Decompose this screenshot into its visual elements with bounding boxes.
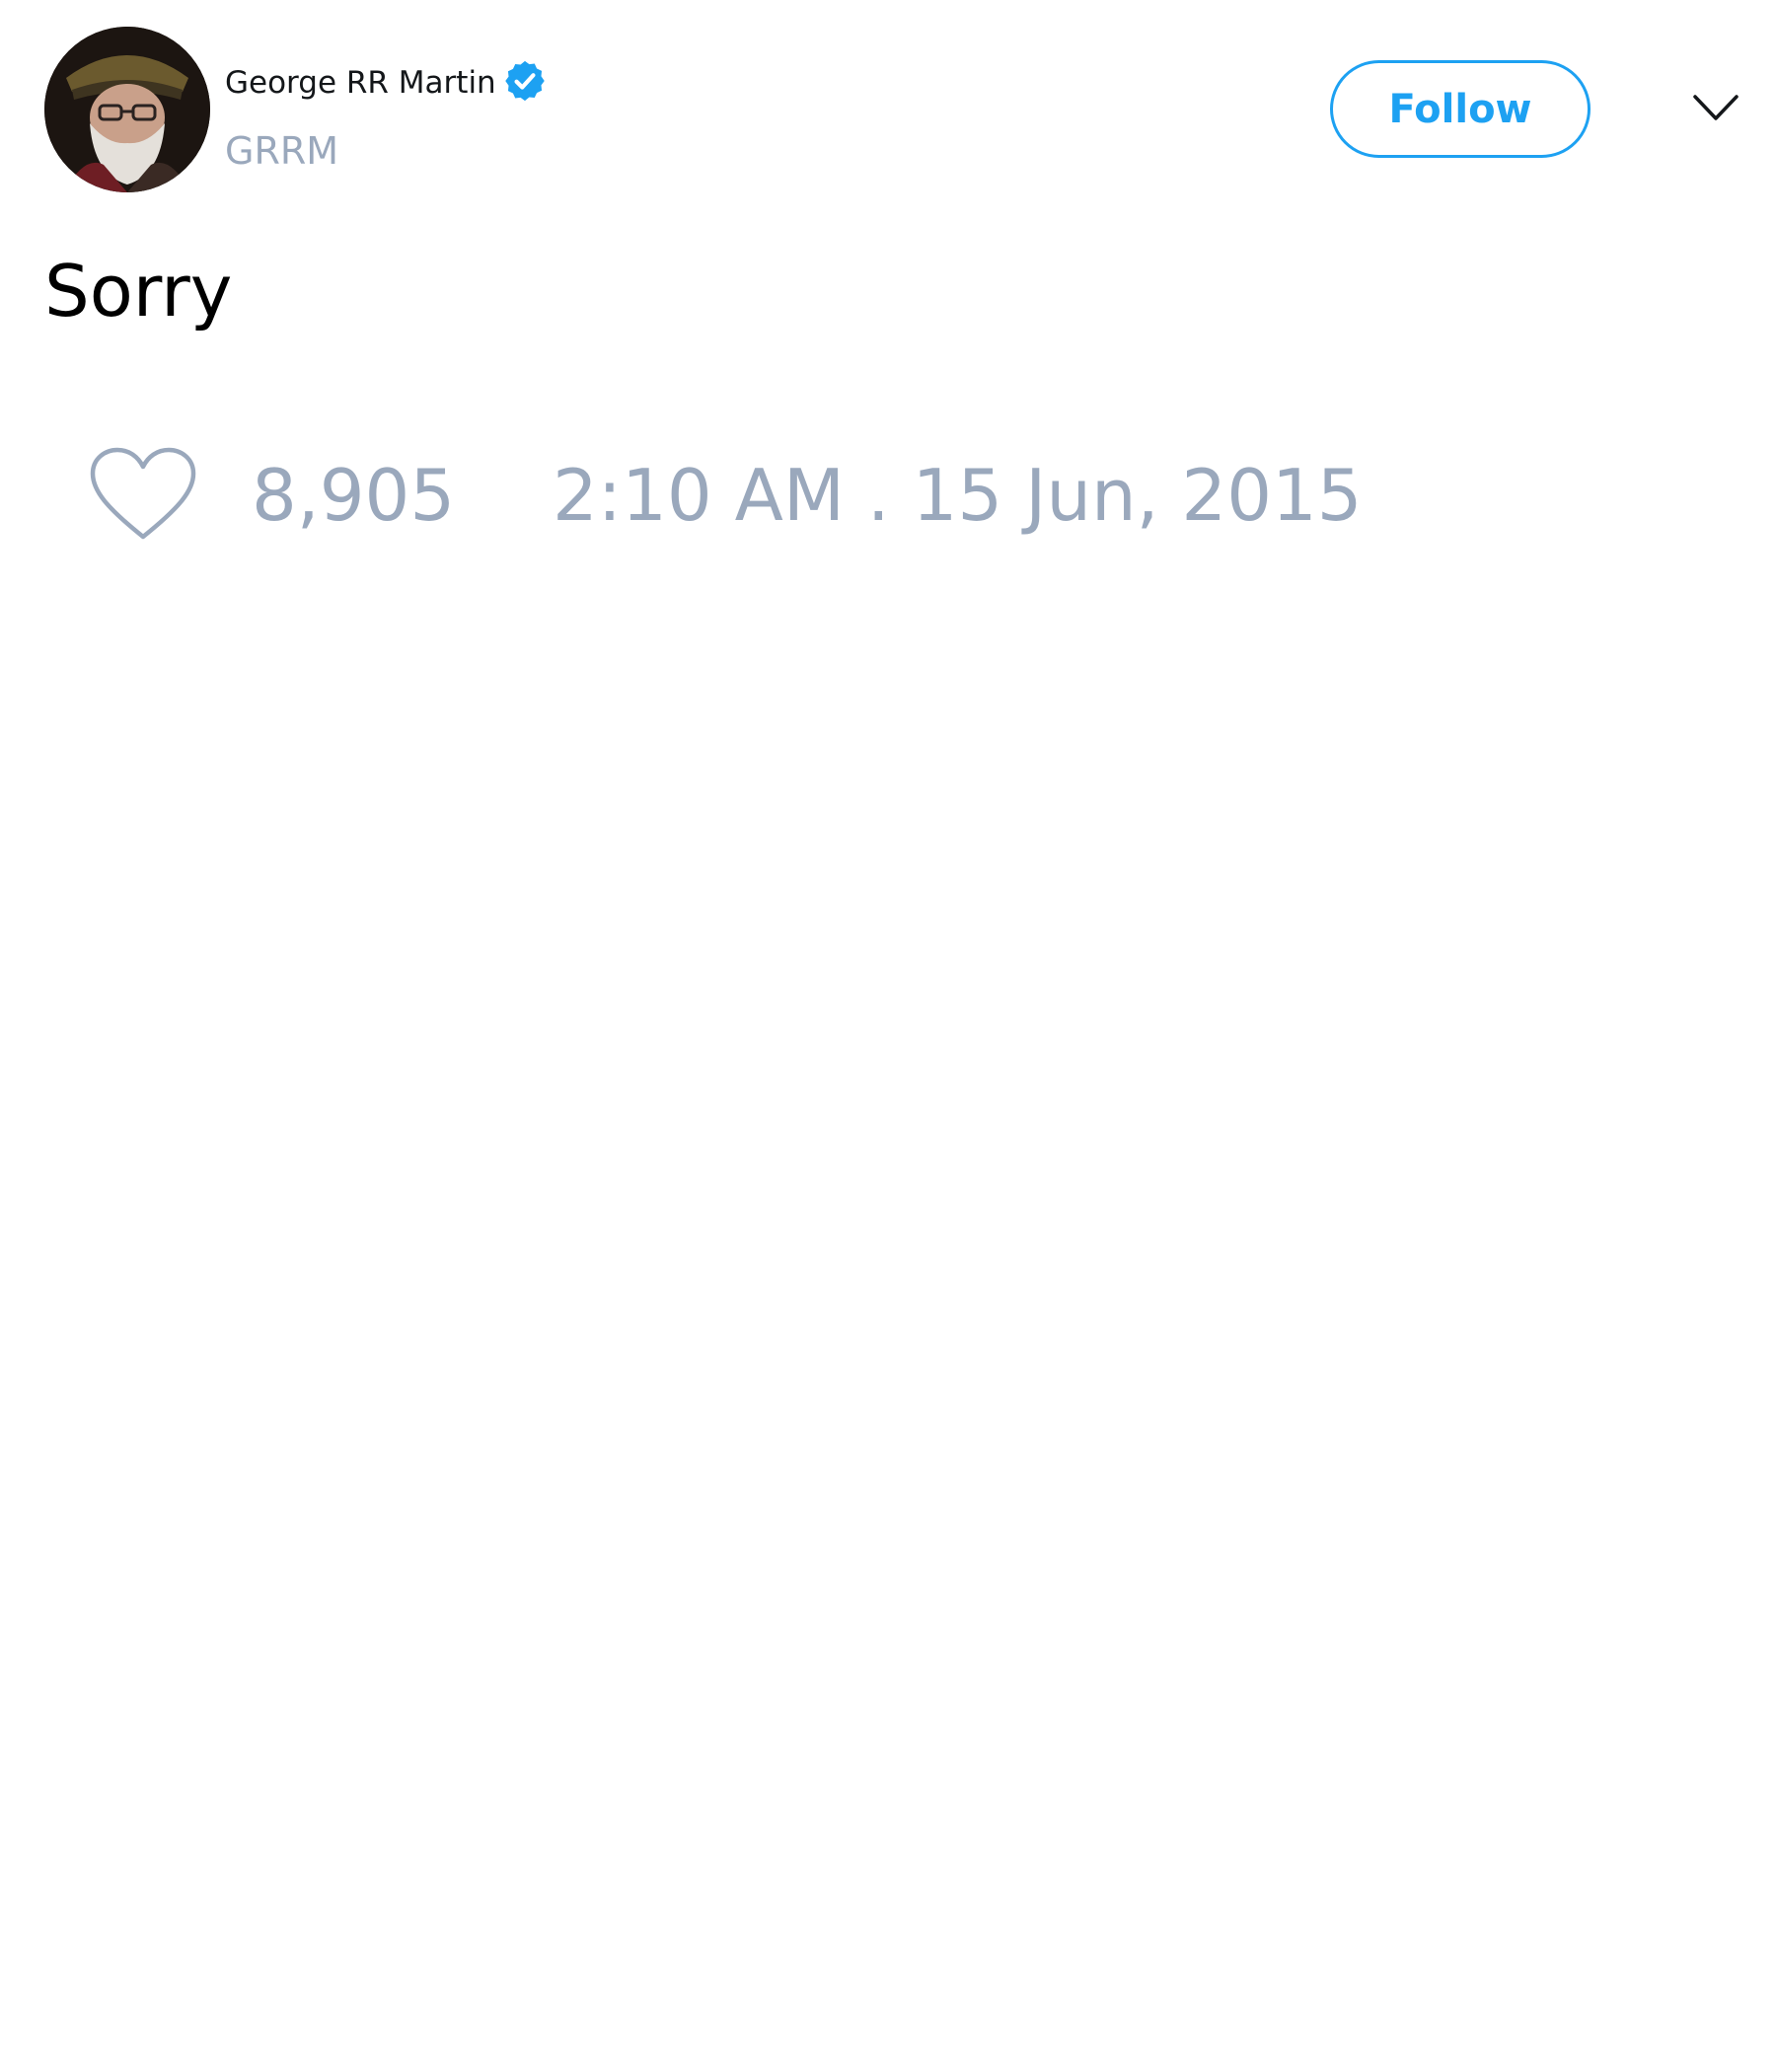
tweet-timestamp[interactable]: 2:10 AM . 15 Jun, 2015	[553, 452, 1363, 539]
verified-badge-icon	[505, 60, 545, 102]
chevron-down-icon[interactable]	[1691, 91, 1740, 124]
follow-button[interactable]: Follow	[1330, 60, 1591, 158]
author-display-name[interactable]: George RR Martin	[225, 63, 496, 103]
heart-icon[interactable]	[89, 446, 197, 545]
tweet-text: Sorry	[44, 250, 233, 333]
avatar-photo	[44, 27, 210, 192]
like-count: 8,905	[252, 454, 456, 537]
author-handle[interactable]: GRRM	[225, 128, 338, 174]
avatar[interactable]	[44, 27, 210, 192]
